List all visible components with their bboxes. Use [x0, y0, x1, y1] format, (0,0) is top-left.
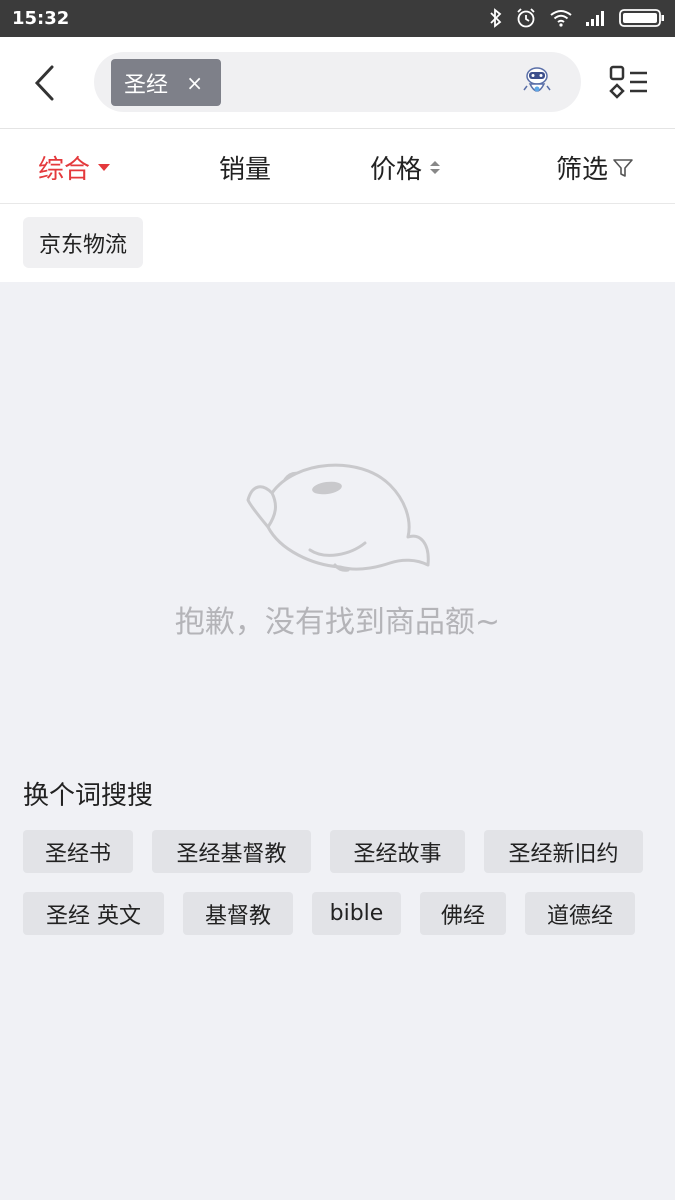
sort-updown-icon: [430, 161, 441, 174]
sort-filter[interactable]: 筛选: [556, 149, 634, 186]
suggestion-chip[interactable]: 佛经: [420, 892, 506, 935]
layout-menu-button[interactable]: [608, 64, 650, 102]
alarm-icon: [515, 7, 537, 29]
search-box[interactable]: 圣经 ×: [94, 52, 581, 112]
sort-comprehensive-label: 综合: [38, 155, 91, 185]
search-keyword-tag[interactable]: 圣经 ×: [111, 59, 221, 106]
status-bar: 15:32: [0, 0, 675, 37]
robot-assistant-icon[interactable]: [519, 64, 555, 100]
status-time: 15:32: [12, 8, 70, 29]
empty-state-message: 抱歉，没有找到商品额~: [174, 605, 501, 640]
sort-filter-label: 筛选: [556, 155, 609, 185]
sort-sales[interactable]: 销量: [219, 149, 271, 186]
suggestion-chip[interactable]: 道德经: [525, 892, 635, 935]
signal-icon: [585, 9, 607, 27]
sort-bar: 综合 销量 价格 筛选: [0, 129, 675, 204]
search-keyword-text: 圣经: [124, 72, 169, 98]
sort-comprehensive[interactable]: 综合: [38, 149, 111, 186]
suggestion-chip[interactable]: 基督教: [183, 892, 293, 935]
wifi-icon: [549, 8, 573, 28]
sort-price[interactable]: 价格: [370, 149, 441, 186]
suggestion-chip[interactable]: bible: [312, 892, 401, 935]
suggestion-chip[interactable]: 圣经 英文: [23, 892, 164, 935]
sort-sales-label: 销量: [219, 155, 272, 185]
suggestion-chip[interactable]: 圣经基督教: [152, 830, 311, 873]
suggestion-chip[interactable]: 圣经书: [23, 830, 133, 873]
back-button[interactable]: [28, 63, 64, 103]
bluetooth-icon: [489, 8, 503, 28]
empty-fish-icon: [246, 463, 430, 572]
sort-price-label: 价格: [370, 155, 423, 185]
caret-down-icon: [98, 164, 111, 171]
search-header: 圣经 ×: [0, 37, 675, 129]
suggestion-chip[interactable]: 圣经故事: [330, 830, 465, 873]
close-icon[interactable]: ×: [186, 71, 203, 95]
filter-funnel-icon: [613, 158, 633, 177]
suggestions-title: 换个词搜搜: [23, 781, 154, 811]
list-menu-icon: [609, 65, 647, 99]
suggestion-chip[interactable]: 圣经新旧约: [484, 830, 643, 873]
filter-strip: 京东物流: [0, 204, 675, 282]
chevron-left-icon: [34, 65, 54, 101]
status-icons: [489, 7, 665, 29]
battery-icon: [619, 8, 665, 28]
jd-logistics-filter-chip[interactable]: 京东物流: [23, 217, 144, 268]
